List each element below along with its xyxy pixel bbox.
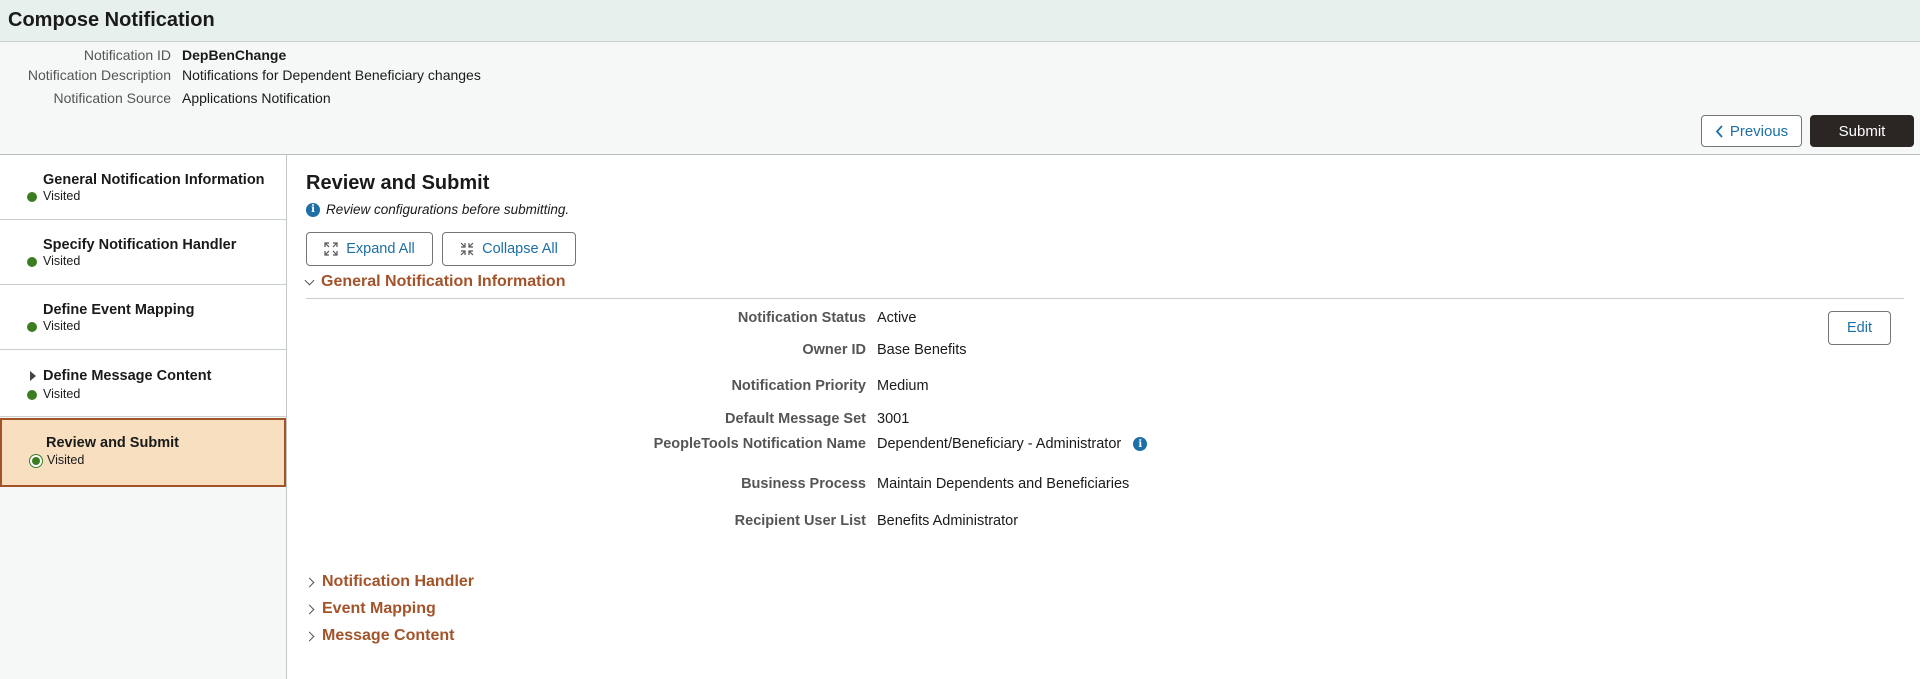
step-title: Define Message Content xyxy=(43,368,212,384)
field-business-process: Business Process Maintain Dependents and… xyxy=(288,476,1688,496)
main-content: Review and Submit i Review configuration… xyxy=(288,155,1920,679)
edit-button[interactable]: Edit xyxy=(1828,311,1891,345)
visited-status-icon xyxy=(27,322,37,332)
field-value: Maintain Dependents and Beneficiaries xyxy=(877,476,1130,492)
section-title: Notification Handler xyxy=(322,573,475,590)
collapse-all-button[interactable]: Collapse All xyxy=(442,232,576,266)
header-row-description: Notification Description Notifications f… xyxy=(0,67,600,85)
field-notification-priority: Notification Priority Medium xyxy=(288,378,1688,398)
edit-button-label: Edit xyxy=(1847,320,1872,336)
submit-button-label: Submit xyxy=(1838,122,1886,140)
field-value: Benefits Administrator xyxy=(877,513,1019,529)
collapse-icon xyxy=(460,242,474,256)
previous-button[interactable]: Previous xyxy=(1701,115,1802,147)
step-title: Define Event Mapping xyxy=(43,302,195,318)
field-label: Business Process xyxy=(741,476,866,492)
expand-all-label: Expand All xyxy=(346,241,415,257)
chevron-left-icon xyxy=(1715,124,1723,138)
step-specify-notification-handler[interactable]: Specify Notification Handler Visited xyxy=(0,220,286,285)
field-value: Dependent/Beneficiary - Administrator xyxy=(877,436,1122,452)
previous-button-label: Previous xyxy=(1729,122,1789,140)
step-status: Visited xyxy=(43,254,81,268)
visited-status-icon xyxy=(27,192,37,202)
step-status: Visited xyxy=(47,453,85,467)
info-message: i Review configurations before submittin… xyxy=(306,202,569,217)
caret-right-icon[interactable] xyxy=(30,371,36,381)
visited-status-icon xyxy=(27,390,37,400)
step-navigation: General Notification Information Visited… xyxy=(0,155,287,679)
section-toggle-notification-handler[interactable]: Notification Handler xyxy=(304,573,475,591)
notification-source-value: Applications Notification xyxy=(182,90,331,106)
section-toggle-event-mapping[interactable]: Event Mapping xyxy=(304,600,436,618)
field-recipient-user-list: Recipient User List Benefits Administrat… xyxy=(288,513,1688,533)
field-value: 3001 xyxy=(877,411,910,427)
page-title: Compose Notification xyxy=(8,9,215,31)
submit-button[interactable]: Submit xyxy=(1810,115,1914,147)
section-heading: Review and Submit xyxy=(306,172,490,194)
step-status: Visited xyxy=(43,387,81,401)
field-label: Default Message Set xyxy=(724,411,866,427)
section-divider xyxy=(306,298,1904,299)
notification-header: Notification ID DepBenChange Notificatio… xyxy=(0,42,1920,155)
expand-icon xyxy=(324,242,338,256)
chevron-right-icon xyxy=(304,604,315,614)
step-status: Visited xyxy=(43,189,81,203)
header-row-notification-id: Notification ID DepBenChange xyxy=(0,47,600,65)
info-icon[interactable]: i xyxy=(1133,437,1148,451)
step-title: Specify Notification Handler xyxy=(43,237,237,253)
field-value: Medium xyxy=(877,378,929,394)
step-review-and-submit[interactable]: Review and Submit Visited xyxy=(0,418,286,487)
header-row-source: Notification Source Applications Notific… xyxy=(0,90,600,108)
notification-description-value: Notifications for Dependent Beneficiary … xyxy=(182,67,481,83)
step-title: General Notification Information xyxy=(43,172,265,188)
notification-source-label: Notification Source xyxy=(53,90,171,106)
field-owner-id: Owner ID Base Benefits xyxy=(288,342,1688,362)
notification-id-label: Notification ID xyxy=(83,47,171,63)
title-bar: Compose Notification xyxy=(0,0,1920,42)
notification-id-value: DepBenChange xyxy=(182,47,287,63)
field-label: Notification Priority xyxy=(731,378,866,394)
chevron-right-icon xyxy=(304,631,315,641)
expand-all-button[interactable]: Expand All xyxy=(306,232,433,266)
section-toggle-general-notification-information[interactable]: General Notification Information xyxy=(304,273,566,291)
field-label: Recipient User List xyxy=(734,513,866,529)
step-status: Visited xyxy=(43,319,81,333)
step-general-notification-information[interactable]: General Notification Information Visited xyxy=(0,155,286,220)
visited-status-icon xyxy=(27,257,37,267)
field-label: PeopleTools Notification Name xyxy=(653,436,866,452)
section-toggle-message-content[interactable]: Message Content xyxy=(304,627,455,645)
chevron-right-icon xyxy=(304,577,315,587)
step-title: Review and Submit xyxy=(46,435,179,451)
field-value: Base Benefits xyxy=(877,342,967,358)
section-title: Message Content xyxy=(322,627,455,644)
field-peopletools-notification-name: PeopleTools Notification Name Dependent/… xyxy=(288,436,1688,456)
info-icon: i xyxy=(306,202,320,217)
field-notification-status: Notification Status Active xyxy=(288,310,1688,330)
chevron-down-icon xyxy=(304,275,315,285)
field-label: Notification Status xyxy=(737,310,866,326)
visited-status-icon xyxy=(30,455,42,467)
info-text: Review configurations before submitting. xyxy=(326,202,570,217)
step-define-event-mapping[interactable]: Define Event Mapping Visited xyxy=(0,285,286,350)
field-value: Active xyxy=(877,310,917,326)
section-title: General Notification Information xyxy=(321,273,566,290)
field-value-container: Dependent/Beneficiary - Administrator i xyxy=(877,436,1148,452)
field-default-message-set: Default Message Set 3001 xyxy=(288,411,1688,431)
section-title: Event Mapping xyxy=(322,600,436,617)
field-label: Owner ID xyxy=(802,342,866,358)
step-define-message-content[interactable]: Define Message Content Visited xyxy=(0,350,286,417)
notification-description-label: Notification Description xyxy=(27,67,171,83)
collapse-all-label: Collapse All xyxy=(482,241,558,257)
